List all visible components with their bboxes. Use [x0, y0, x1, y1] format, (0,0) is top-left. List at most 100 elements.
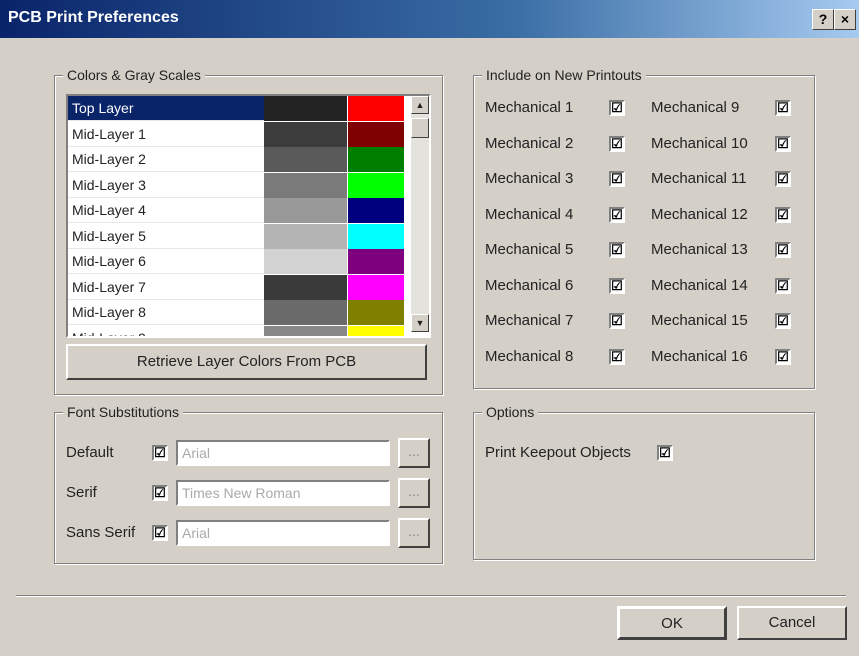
- mechanical-layer-checkbox[interactable]: ☑: [775, 242, 791, 258]
- font-substitution-label: Default: [66, 444, 114, 461]
- options-group-title: Options: [482, 404, 539, 420]
- keepout-checkbox[interactable]: ☑: [657, 445, 673, 461]
- mechanical-layer-label: Mechanical 7: [485, 312, 574, 329]
- footer-separator: [16, 595, 846, 597]
- retrieve-layer-colors-button[interactable]: Retrieve Layer Colors From PCB: [66, 344, 427, 380]
- layer-color-swatch[interactable]: [348, 121, 404, 147]
- layer-color-swatch[interactable]: [348, 172, 404, 198]
- font-substitution-checkbox[interactable]: ☑: [152, 525, 168, 541]
- mechanical-layer-label: Mechanical 9: [651, 99, 740, 116]
- mechanical-layer-label: Mechanical 16: [651, 347, 748, 365]
- mechanical-layer-checkbox[interactable]: ☑: [775, 277, 791, 294]
- mechanical-layer-checkbox[interactable]: ☑: [775, 206, 791, 223]
- mechanical-layer-label: Mechanical 6: [485, 276, 574, 294]
- mechanical-layer-label: Mechanical 11: [651, 170, 747, 187]
- layer-name: Mid-Layer 7: [68, 275, 264, 300]
- mechanical-layer-label: Mechanical 2: [485, 134, 574, 152]
- layer-name: Mid-Layer 8: [68, 300, 264, 325]
- ok-button[interactable]: OK: [617, 606, 727, 640]
- layer-gray-swatch[interactable]: [264, 300, 347, 325]
- layer-gray-swatch[interactable]: [264, 121, 347, 147]
- mechanical-layer-label: Mechanical 14: [651, 276, 748, 294]
- mechanical-layer-checkbox[interactable]: ☑: [609, 206, 625, 223]
- mechanical-layer-label: Mechanical 3: [485, 170, 574, 187]
- mechanical-layer-checkbox[interactable]: ☑: [609, 171, 625, 187]
- layer-color-swatch[interactable]: [348, 274, 404, 300]
- layer-name: Mid-Layer 6: [68, 249, 264, 274]
- scroll-down-icon[interactable]: ▼: [411, 314, 429, 332]
- scroll-up-icon[interactable]: ▲: [411, 96, 429, 114]
- layer-row[interactable]: Mid-Layer 1: [68, 121, 409, 147]
- mechanical-layer-checkbox[interactable]: ☑: [775, 348, 791, 365]
- mechanical-layer-checkbox[interactable]: ☑: [609, 135, 625, 152]
- mechanical-layer-checkbox[interactable]: ☑: [609, 242, 625, 258]
- browse-font-button[interactable]: ...: [398, 518, 430, 548]
- font-name-field[interactable]: Arial: [176, 520, 390, 546]
- layer-gray-swatch[interactable]: [264, 274, 347, 300]
- printouts-group-title: Include on New Printouts: [482, 67, 646, 83]
- layer-gray-swatch[interactable]: [264, 325, 347, 336]
- layer-gray-swatch[interactable]: [264, 172, 347, 198]
- mechanical-layer-checkbox[interactable]: ☑: [775, 313, 791, 329]
- font-substitution-checkbox[interactable]: ☑: [152, 445, 168, 461]
- layer-row[interactable]: Mid-Layer 2: [68, 147, 409, 172]
- layer-color-list[interactable]: Top Layer Mid-Layer 1 Mid-Layer 2 Mid-Layer…: [66, 94, 431, 338]
- layer-color-swatch[interactable]: [348, 147, 404, 172]
- layer-list-scrollbar[interactable]: ▲ ▼: [411, 96, 429, 332]
- browse-font-button[interactable]: ...: [398, 478, 430, 508]
- mechanical-layer-checkbox[interactable]: ☑: [609, 100, 625, 116]
- close-button[interactable]: ×: [834, 9, 856, 30]
- mechanical-layer-checkbox[interactable]: ☑: [775, 135, 791, 152]
- mechanical-layer-label: Mechanical 13: [651, 241, 748, 258]
- layer-name: Mid-Layer 9: [68, 326, 264, 337]
- layer-name: Mid-Layer 2: [68, 147, 264, 172]
- layer-name: Top Layer: [68, 96, 264, 121]
- mechanical-layer-label: Mechanical 8: [485, 347, 574, 365]
- layer-color-swatch[interactable]: [348, 249, 404, 274]
- layer-name: Mid-Layer 5: [68, 224, 264, 249]
- mechanical-layer-checkbox[interactable]: ☑: [609, 277, 625, 294]
- layer-row[interactable]: Top Layer: [68, 96, 409, 121]
- font-name-field[interactable]: Arial: [176, 440, 390, 466]
- layer-color-swatch[interactable]: [348, 198, 404, 223]
- layer-row[interactable]: Mid-Layer 4: [68, 198, 409, 223]
- scroll-thumb[interactable]: [411, 118, 429, 138]
- mechanical-layer-checkbox[interactable]: ☑: [609, 348, 625, 365]
- layer-color-swatch[interactable]: [348, 300, 404, 325]
- layer-name: Mid-Layer 1: [68, 122, 264, 147]
- layer-row[interactable]: Mid-Layer 6: [68, 249, 409, 274]
- font-name-field[interactable]: Times New Roman: [176, 480, 390, 506]
- printouts-group: Include on New Printouts: [473, 67, 815, 389]
- font-substitution-checkbox[interactable]: ☑: [152, 485, 168, 501]
- cancel-button[interactable]: Cancel: [737, 606, 847, 640]
- layer-gray-swatch[interactable]: [264, 96, 347, 121]
- layer-gray-swatch[interactable]: [264, 223, 347, 249]
- colors-group-title: Colors & Gray Scales: [63, 67, 205, 83]
- layer-row[interactable]: Mid-Layer 3: [68, 172, 409, 198]
- mechanical-layer-checkbox[interactable]: ☑: [775, 100, 791, 116]
- layer-gray-swatch[interactable]: [264, 198, 347, 223]
- font-substitution-label: Sans Serif: [66, 524, 136, 541]
- layer-name: Mid-Layer 4: [68, 198, 264, 223]
- options-group: Options: [473, 404, 815, 560]
- layer-row[interactable]: Mid-Layer 7: [68, 274, 409, 300]
- layer-color-swatch[interactable]: [348, 223, 404, 249]
- mechanical-layer-label: Mechanical 5: [485, 241, 574, 258]
- mechanical-layer-label: Mechanical 1: [485, 99, 574, 116]
- help-button[interactable]: ?: [812, 9, 834, 30]
- layer-gray-swatch[interactable]: [264, 249, 347, 274]
- layer-row[interactable]: Mid-Layer 5: [68, 223, 409, 249]
- layer-color-swatch[interactable]: [348, 96, 404, 121]
- layer-gray-swatch[interactable]: [264, 147, 347, 172]
- browse-font-button[interactable]: ...: [398, 438, 430, 468]
- mechanical-layer-label: Mechanical 10: [651, 134, 748, 152]
- mechanical-layer-label: Mechanical 12: [651, 205, 748, 223]
- font-group-title: Font Substitutions: [63, 404, 184, 420]
- mechanical-layer-checkbox[interactable]: ☑: [775, 171, 791, 187]
- layer-color-swatch[interactable]: [348, 325, 404, 336]
- layer-row[interactable]: Mid-Layer 8: [68, 300, 409, 325]
- layer-row[interactable]: Mid-Layer 9: [68, 325, 409, 337]
- mechanical-layer-checkbox[interactable]: ☑: [609, 313, 625, 329]
- title-bar: PCB Print Preferences ? ×: [0, 0, 859, 38]
- mechanical-layer-label: Mechanical 15: [651, 312, 748, 329]
